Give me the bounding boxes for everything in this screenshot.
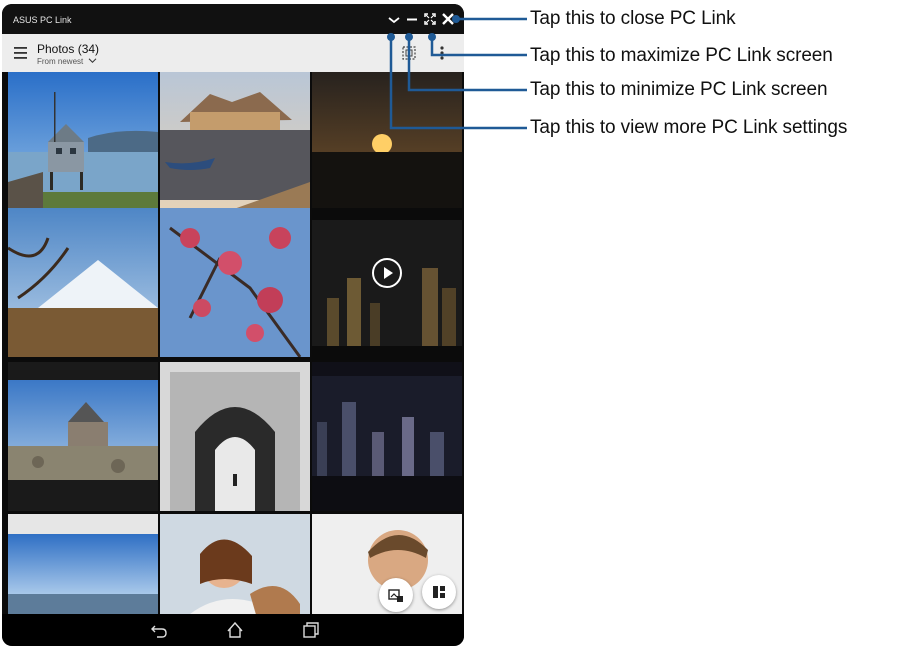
photo-tile-stone-church[interactable] (8, 362, 158, 511)
select-icon[interactable] (402, 46, 416, 60)
gallery-edit-button[interactable] (379, 578, 413, 612)
home-icon[interactable] (225, 620, 245, 640)
photo-tile-plum-blossoms[interactable] (160, 208, 310, 357)
sort-label: From newest (37, 57, 84, 66)
hamburger-menu-icon[interactable] (14, 46, 30, 60)
album-title[interactable]: Photos (34) (37, 42, 99, 56)
recent-apps-icon[interactable] (301, 620, 321, 640)
photo-grid (8, 72, 462, 646)
play-icon[interactable] (372, 258, 402, 288)
photo-tile-city-night-video[interactable] (312, 208, 462, 357)
photo-tile-stone-archway[interactable] (160, 362, 310, 511)
gallery-edit-icon (388, 589, 403, 602)
maximize-icon[interactable] (421, 10, 439, 28)
layout-grid-icon (433, 586, 445, 598)
sort-dropdown[interactable]: From newest (37, 57, 97, 66)
system-nav-bar (2, 614, 464, 646)
photo-tile-pier-house[interactable] (8, 72, 158, 221)
photo-tile-castle-harbor[interactable] (160, 72, 310, 221)
chevron-down-icon[interactable] (385, 10, 403, 28)
pc-link-device-screen: ASUS PC Link Photos (34) From newest (2, 4, 464, 646)
minimize-icon[interactable] (403, 10, 421, 28)
title-bar: ASUS PC Link (2, 4, 464, 34)
more-vert-icon[interactable] (440, 45, 444, 61)
photo-tile-city-skyline[interactable] (312, 362, 462, 511)
back-icon[interactable] (149, 620, 169, 640)
window-title: ASUS PC Link (13, 15, 72, 25)
callout-maximize: Tap this to maximize PC Link screen (530, 45, 833, 66)
callout-settings: Tap this to view more PC Link settings (530, 117, 848, 138)
photo-tile-sunset[interactable] (312, 72, 462, 221)
photo-tile-snowy-mountain[interactable] (8, 208, 158, 357)
callout-close: Tap this to close PC Link (530, 8, 736, 29)
chevron-down-icon (89, 58, 97, 63)
layout-grid-button[interactable] (422, 575, 456, 609)
close-icon[interactable] (439, 10, 457, 28)
app-toolbar: Photos (34) From newest (2, 34, 464, 72)
callout-minimize: Tap this to minimize PC Link screen (530, 79, 828, 100)
